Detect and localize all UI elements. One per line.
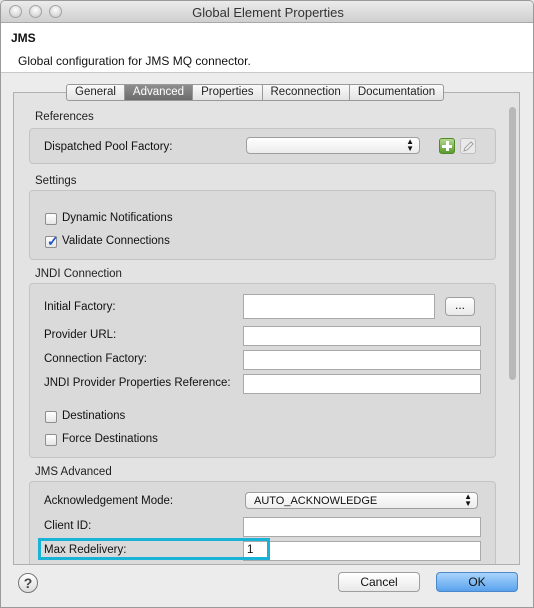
force-destinations-label: Force Destinations — [62, 433, 158, 445]
dispatched-pool-factory-label: Dispatched Pool Factory: — [44, 141, 173, 153]
jms-advanced-group: Acknowledgement Mode: AUTO_ACKNOWLEDGE ▲… — [29, 481, 496, 564]
initial-factory-input[interactable] — [243, 294, 435, 319]
cancel-button[interactable]: Cancel — [338, 572, 420, 592]
tab-properties[interactable]: Properties — [193, 85, 263, 100]
force-destinations-checkbox[interactable] — [45, 434, 57, 446]
header-description: Global configuration for JMS MQ connecto… — [18, 54, 251, 68]
tab-documentation[interactable]: Documentation — [350, 85, 443, 100]
highlight-annotation — [38, 538, 270, 560]
vertical-scrollbar[interactable] — [509, 107, 516, 380]
select-arrows-icon: ▲ ▼ — [406, 137, 414, 153]
validate-connections-label: Validate Connections — [62, 235, 170, 247]
section-label-jms-advanced: JMS Advanced — [35, 466, 112, 478]
edit-pencil-icon[interactable] — [460, 138, 476, 154]
dialog-header: JMS Global configuration for JMS MQ conn… — [1, 23, 533, 73]
browse-button[interactable]: ... — [445, 297, 475, 316]
client-id-label: Client ID: — [44, 520, 92, 532]
window-title: Global Element Properties — [192, 5, 344, 20]
section-label-jndi-connection: JNDI Connection — [35, 268, 122, 280]
ok-button[interactable]: OK — [436, 572, 518, 592]
jndi-connection-group: Initial Factory: ... Provider URL: Conne… — [29, 283, 496, 458]
acknowledgement-mode-select[interactable]: AUTO_ACKNOWLEDGE ▲ ▼ — [245, 492, 478, 509]
provider-url-input[interactable] — [243, 326, 481, 346]
tab-bar: General Advanced Properties Reconnection… — [66, 84, 445, 101]
add-icon[interactable] — [439, 138, 455, 154]
connection-factory-input[interactable] — [243, 350, 481, 370]
validate-connections-checkbox[interactable]: ✓ — [45, 233, 59, 249]
destinations-label: Destinations — [62, 410, 126, 422]
dialog-window: Global Element Properties JMS Global con… — [0, 0, 534, 608]
checkmark-icon: ✓ — [47, 233, 59, 249]
destinations-checkbox[interactable] — [45, 411, 57, 423]
acknowledgement-mode-label: Acknowledgement Mode: — [44, 495, 174, 507]
tab-general[interactable]: General — [67, 85, 125, 100]
provider-url-label: Provider URL: — [44, 329, 117, 341]
acknowledgement-mode-value: AUTO_ACKNOWLEDGE — [254, 495, 378, 507]
help-icon[interactable]: ? — [18, 573, 38, 593]
tab-reconnection[interactable]: Reconnection — [263, 85, 350, 100]
section-label-settings: Settings — [35, 175, 77, 187]
select-arrows-icon: ▲ ▼ — [464, 492, 472, 508]
dynamic-notifications-label: Dynamic Notifications — [62, 212, 173, 224]
tab-content-panel: References Dispatched Pool Factory: ▲ ▼ S… — [13, 92, 520, 565]
client-id-input[interactable] — [243, 517, 481, 537]
dynamic-notifications-checkbox[interactable] — [45, 213, 57, 225]
dispatched-pool-factory-select[interactable]: ▲ ▼ — [246, 137, 420, 154]
tab-advanced[interactable]: Advanced — [124, 85, 194, 100]
section-label-references: References — [35, 111, 94, 123]
jndi-provider-properties-label: JNDI Provider Properties Reference: — [44, 377, 231, 389]
title-bar: Global Element Properties — [1, 1, 533, 23]
initial-factory-label: Initial Factory: — [44, 301, 116, 313]
references-group: Dispatched Pool Factory: ▲ ▼ — [29, 128, 496, 164]
max-redelivery-input[interactable]: 1 — [243, 541, 481, 561]
jndi-provider-properties-input[interactable] — [243, 374, 481, 394]
connection-factory-label: Connection Factory: — [44, 353, 147, 365]
settings-group: Dynamic Notifications ✓ Validate Connect… — [29, 190, 496, 260]
header-title: JMS — [11, 31, 36, 45]
